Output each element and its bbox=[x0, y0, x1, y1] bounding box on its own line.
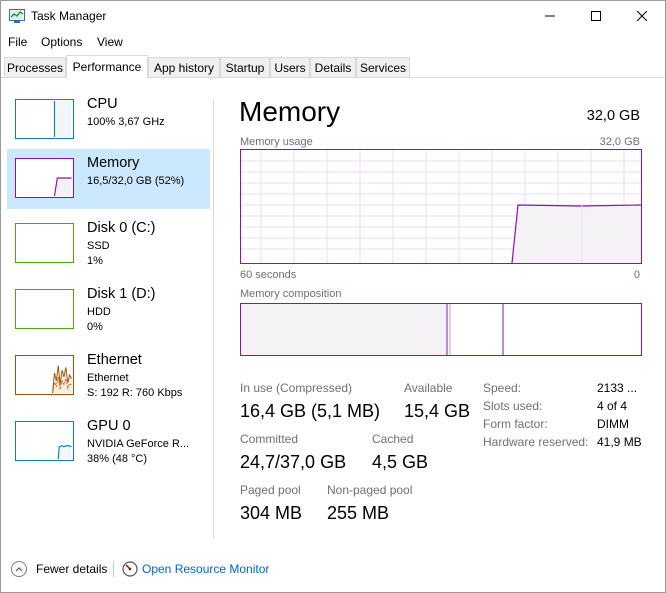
footer-separator bbox=[113, 561, 114, 577]
perf-item-name: CPU bbox=[87, 96, 118, 112]
memory-usage-graph bbox=[240, 149, 642, 264]
form-factor-label: Form factor: bbox=[483, 417, 548, 431]
tab-startup[interactable]: Startup bbox=[220, 57, 270, 77]
perf-item-name: GPU 0 bbox=[87, 418, 131, 434]
cached-label: Cached bbox=[372, 432, 414, 446]
memory-usage-plot bbox=[241, 150, 641, 263]
perf-item-name: Disk 0 (C:) bbox=[87, 220, 156, 236]
memory-composition-bar bbox=[240, 303, 642, 356]
tab-app-history[interactable]: App history bbox=[148, 57, 220, 77]
panel-divider bbox=[213, 98, 214, 538]
paged-pool-value: 304 MB bbox=[240, 503, 303, 523]
open-resource-monitor-link[interactable]: Open Resource Monitor bbox=[142, 562, 269, 576]
close-icon bbox=[637, 11, 647, 21]
maximize-icon bbox=[591, 11, 601, 21]
memory-usage-max: 32,0 GB bbox=[599, 136, 640, 148]
tab-details[interactable]: Details bbox=[310, 57, 356, 77]
window-title: Task Manager bbox=[31, 9, 107, 23]
minimize-icon bbox=[545, 15, 555, 17]
disk0-thumbnail-graph bbox=[15, 223, 74, 263]
memory-usage-label: Memory usage bbox=[240, 136, 313, 148]
hardware-reserved-value: 41,9 MB bbox=[597, 435, 642, 449]
perf-item-detail: NVIDIA GeForce R... bbox=[87, 438, 190, 450]
task-manager-icon bbox=[9, 9, 25, 23]
available-label: Available bbox=[404, 381, 453, 395]
tab-strip: Processes Performance App history Startu… bbox=[1, 55, 665, 78]
tab-services[interactable]: Services bbox=[356, 57, 410, 77]
perf-item-detail: HDD bbox=[87, 306, 111, 318]
non-paged-pool-label: Non-paged pool bbox=[327, 483, 413, 497]
disk1-thumbnail-graph bbox=[15, 289, 74, 329]
minimize-button[interactable] bbox=[527, 1, 573, 31]
maximize-button[interactable] bbox=[573, 1, 619, 31]
fewer-details-button[interactable]: Fewer details bbox=[36, 562, 107, 576]
chevron-up-icon[interactable] bbox=[11, 561, 27, 577]
speed-value: 2133 ... bbox=[597, 381, 638, 395]
perf-item-gpu[interactable]: GPU 0 NVIDIA GeForce R... 38% (48 °C) bbox=[7, 412, 210, 472]
memory-composition-plot bbox=[241, 304, 504, 355]
ethernet-thumbnail-graph bbox=[15, 355, 74, 395]
slots-used-label: Slots used: bbox=[483, 399, 543, 413]
perf-item-detail: SSD bbox=[87, 240, 110, 252]
resource-monitor-icon[interactable] bbox=[122, 561, 138, 577]
slots-used-value: 4 of 4 bbox=[597, 399, 628, 413]
cpu-thumbnail-graph bbox=[15, 99, 74, 139]
perf-item-disk0[interactable]: Disk 0 (C:) SSD 1% bbox=[7, 214, 210, 274]
detail-title: Memory bbox=[239, 96, 341, 127]
tab-processes[interactable]: Processes bbox=[4, 57, 66, 77]
detail-total: 32,0 GB bbox=[586, 108, 640, 124]
in-use-label: In use (Compressed) bbox=[240, 381, 353, 395]
close-button[interactable] bbox=[619, 1, 665, 31]
menu-view[interactable]: View bbox=[97, 35, 123, 49]
perf-item-ethernet[interactable]: Ethernet Ethernet S: 192 R: 760 Kbps bbox=[7, 346, 210, 406]
perf-item-detail: 16,5/32,0 GB (52%) bbox=[87, 175, 185, 187]
tab-performance[interactable]: Performance bbox=[66, 55, 148, 78]
memory-composition-label: Memory composition bbox=[240, 288, 342, 300]
perf-item-memory[interactable]: Memory 16,5/32,0 GB (52%) bbox=[7, 149, 210, 209]
perf-item-detail: Ethernet bbox=[87, 372, 129, 384]
footer-bar: Fewer details Open Resource Monitor bbox=[1, 552, 665, 586]
non-paged-pool-value: 255 MB bbox=[327, 503, 390, 523]
hardware-reserved-label: Hardware reserved: bbox=[483, 435, 589, 449]
title-bar[interactable]: Task Manager bbox=[1, 1, 665, 31]
perf-item-cpu[interactable]: CPU 100% 3,67 GHz bbox=[7, 90, 210, 150]
perf-item-detail: 100% 3,67 GHz bbox=[87, 116, 165, 128]
committed-value: 24,7/37,0 GB bbox=[240, 452, 347, 472]
in-use-value: 16,4 GB (5,1 MB) bbox=[240, 401, 381, 421]
graph-x-left-label: 60 seconds bbox=[240, 269, 297, 281]
menu-file[interactable]: File bbox=[8, 35, 27, 49]
perf-item-name: Disk 1 (D:) bbox=[87, 286, 156, 302]
available-value: 15,4 GB bbox=[404, 401, 471, 421]
form-factor-value: DIMM bbox=[597, 417, 629, 431]
tab-users[interactable]: Users bbox=[270, 57, 310, 77]
performance-sidebar: CPU 100% 3,67 GHz Memory 16,5/32,0 GB (5… bbox=[1, 78, 213, 538]
graph-x-right-label: 0 bbox=[633, 269, 640, 281]
perf-item-usage: 0% bbox=[87, 321, 103, 333]
menu-options[interactable]: Options bbox=[41, 35, 82, 49]
paged-pool-label: Paged pool bbox=[240, 483, 301, 497]
memory-thumbnail-graph bbox=[15, 158, 74, 198]
gpu-thumbnail-graph bbox=[15, 421, 74, 461]
perf-item-name: Memory bbox=[87, 155, 140, 171]
perf-item-name: Ethernet bbox=[87, 352, 142, 368]
perf-item-disk1[interactable]: Disk 1 (D:) HDD 0% bbox=[7, 280, 210, 340]
perf-item-throughput: S: 192 R: 760 Kbps bbox=[87, 387, 183, 399]
committed-label: Committed bbox=[240, 432, 299, 446]
task-manager-window: Task Manager File Options View Processes… bbox=[0, 0, 666, 593]
cached-value: 4,5 GB bbox=[372, 452, 429, 472]
speed-label: Speed: bbox=[483, 381, 522, 395]
menu-bar: File Options View bbox=[1, 32, 665, 52]
perf-item-usage: 38% (48 °C) bbox=[87, 453, 148, 465]
perf-item-usage: 1% bbox=[87, 255, 103, 267]
